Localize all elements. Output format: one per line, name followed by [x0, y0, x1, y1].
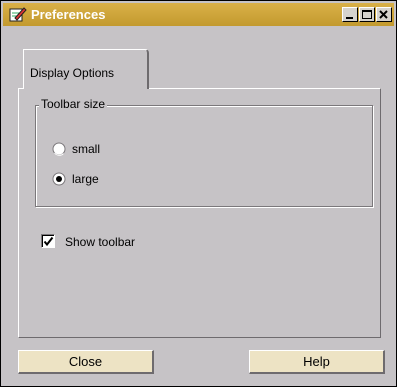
close-button[interactable]: Close [18, 350, 154, 374]
toolbar-size-group [35, 105, 373, 207]
window-title: Preferences [31, 7, 106, 22]
radio-large[interactable] [52, 172, 66, 186]
edit-pencil-icon [9, 6, 27, 23]
tab-display-options[interactable]: Display Options [23, 49, 149, 89]
toolbar-size-legend: Toolbar size [39, 97, 108, 111]
maximize-button[interactable] [359, 7, 375, 22]
help-button-label: Help [303, 354, 330, 369]
title-bar[interactable]: Preferences [3, 3, 394, 26]
tab-label: Display Options [30, 66, 115, 80]
radio-small-label[interactable]: small [72, 142, 100, 156]
minimize-icon [346, 17, 353, 19]
help-button[interactable]: Help [249, 350, 385, 374]
close-icon [379, 10, 388, 19]
radio-small[interactable] [52, 142, 66, 156]
preferences-window: Preferences Display Options Toolbar size… [0, 0, 397, 387]
close-window-button[interactable] [376, 7, 392, 22]
checkmark-icon [43, 236, 54, 247]
show-toolbar-label[interactable]: Show toolbar [65, 235, 135, 249]
maximize-icon [362, 10, 372, 19]
minimize-button[interactable] [342, 7, 358, 22]
show-toolbar-checkbox[interactable] [41, 234, 55, 248]
radio-large-label[interactable]: large [72, 172, 99, 186]
close-button-label: Close [68, 354, 103, 369]
